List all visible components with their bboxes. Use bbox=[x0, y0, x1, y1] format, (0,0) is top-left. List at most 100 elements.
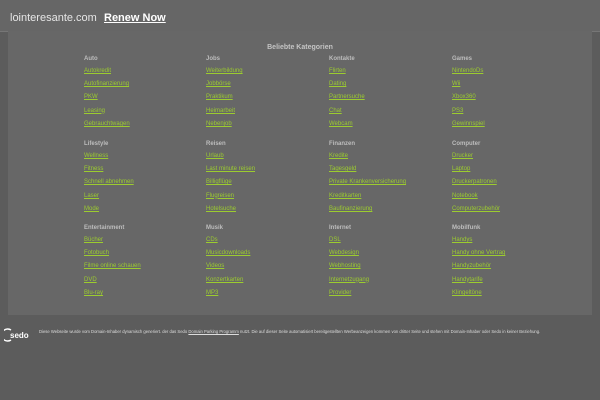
category-link[interactable]: Webdesign bbox=[329, 250, 359, 256]
category-entertainment: Entertainment Bücher Fotobuch Filme online … bbox=[84, 224, 202, 302]
category-link[interactable]: Gebrauchtwagen bbox=[84, 121, 130, 127]
category-link[interactable]: Dating bbox=[329, 81, 346, 87]
category-link[interactable]: Handy ohne Vertrag bbox=[452, 250, 505, 256]
category-link[interactable]: PS3 bbox=[452, 108, 463, 114]
domain-parking-link[interactable]: Domain Parking Programm bbox=[188, 329, 239, 334]
category-link[interactable]: Laptop bbox=[452, 166, 470, 172]
category-link[interactable]: Blu-ray bbox=[84, 290, 103, 296]
category-link[interactable]: Wellness bbox=[84, 153, 108, 159]
list-item: Kreditkarten bbox=[329, 192, 447, 205]
list-item: Gebrauchtwagen bbox=[84, 120, 202, 133]
category-link[interactable]: Laser bbox=[84, 193, 99, 199]
category-link[interactable]: Leasing bbox=[84, 108, 105, 114]
category-link[interactable]: Druckerpatronen bbox=[452, 179, 497, 185]
category-title: Auto bbox=[84, 56, 98, 62]
category-link[interactable]: Provider bbox=[329, 290, 351, 296]
category-link-list: Bücher Fotobuch Filme online schauen DVD Blu… bbox=[84, 236, 202, 302]
list-item: Webdesign bbox=[329, 249, 447, 262]
list-item: Partnersuche bbox=[329, 93, 447, 106]
category-link[interactable]: Chat bbox=[329, 108, 342, 114]
category-link[interactable]: Baufinanzierung bbox=[329, 206, 372, 212]
list-item: Blu-ray bbox=[84, 289, 202, 302]
category-link[interactable]: Autofinanzierung bbox=[84, 81, 129, 87]
category-link[interactable]: Webhosting bbox=[329, 263, 361, 269]
category-link[interactable]: Internetzugang bbox=[329, 277, 369, 283]
category-link[interactable]: Filme online schauen bbox=[84, 263, 141, 269]
renew-now-link[interactable]: Renew Now bbox=[104, 11, 166, 25]
category-link[interactable]: Fotobuch bbox=[84, 250, 109, 256]
list-item: Drucker bbox=[452, 152, 570, 165]
category-link[interactable]: Xbox360 bbox=[452, 94, 476, 100]
category-link[interactable]: Hotelsuche bbox=[206, 206, 236, 212]
list-item: Laptop bbox=[452, 165, 570, 178]
category-link[interactable]: Handys bbox=[452, 237, 472, 243]
list-item: Autofinanzierung bbox=[84, 80, 202, 93]
footer-disclaimer: Diese Webseite wurde vom Domain-Inhaber … bbox=[39, 329, 595, 335]
category-link[interactable]: Heimarbeit bbox=[206, 108, 235, 114]
category-link[interactable]: Wii bbox=[452, 81, 460, 87]
category-link[interactable]: Klingeltöne bbox=[452, 290, 482, 296]
category-title: Musik bbox=[206, 225, 224, 231]
category-link[interactable]: Videos bbox=[206, 263, 224, 269]
category-link[interactable]: Flirten bbox=[329, 68, 346, 74]
category-link[interactable]: Notebook bbox=[452, 193, 478, 199]
category-link[interactable]: Schnell abnehmen bbox=[84, 179, 134, 185]
sedo-logo[interactable]: sedo bbox=[4, 328, 36, 342]
category-link[interactable]: Konzertkarten bbox=[206, 277, 243, 283]
top-bar: lointeresante.com Renew Now bbox=[0, 0, 600, 32]
category-link[interactable]: Handytarife bbox=[452, 277, 483, 283]
category-link[interactable]: Handyzubehör bbox=[452, 263, 491, 269]
category-link[interactable]: NintendoDs bbox=[452, 68, 483, 74]
category-link[interactable]: Kreditkarten bbox=[329, 193, 361, 199]
category-link[interactable]: PKW bbox=[84, 94, 98, 100]
category-link[interactable]: Fitness bbox=[84, 166, 103, 172]
category-link[interactable]: Kredite bbox=[329, 153, 348, 159]
list-item: Xbox360 bbox=[452, 93, 570, 106]
list-item: Provider bbox=[329, 289, 447, 302]
category-link[interactable]: Gewinnspiel bbox=[452, 121, 485, 127]
category-link[interactable]: Weiterbildung bbox=[206, 68, 243, 74]
category-link-list: CDs Musicdownloads Videos Konzertkarten MP3 bbox=[206, 236, 324, 302]
list-item: Webhosting bbox=[329, 262, 447, 275]
list-item: Leasing bbox=[84, 107, 202, 120]
list-item: Notebook bbox=[452, 192, 570, 205]
category-link[interactable]: Last minute reisen bbox=[206, 166, 255, 172]
category-link[interactable]: Billigflüge bbox=[206, 179, 232, 185]
category-link[interactable]: Tagesgeld bbox=[329, 166, 356, 172]
category-link[interactable]: Praktikum bbox=[206, 94, 233, 100]
category-reisen: Reisen Urlaub Last minute reisen Billigflüg… bbox=[206, 140, 324, 218]
category-kontakte: Kontakte Flirten Dating Partnersuche Chat Web… bbox=[329, 55, 447, 133]
category-link[interactable]: Autokredit bbox=[84, 68, 111, 74]
footer-text-after: nutzt. Die auf dieser Seite automatisier… bbox=[240, 329, 541, 334]
category-link[interactable]: Bücher bbox=[84, 237, 103, 243]
category-link[interactable]: DSL bbox=[329, 237, 341, 243]
list-item: Druckerpatronen bbox=[452, 178, 570, 191]
category-title: Games bbox=[452, 56, 473, 62]
category-link[interactable]: Partnersuche bbox=[329, 94, 365, 100]
category-link[interactable]: DVD bbox=[84, 277, 97, 283]
category-link[interactable]: Musicdownloads bbox=[206, 250, 250, 256]
category-link-list: NintendoDs Wii Xbox360 PS3 Gewinnspiel bbox=[452, 67, 570, 133]
list-item: Heimarbeit bbox=[206, 107, 324, 120]
category-link[interactable]: Webcam bbox=[329, 121, 353, 127]
list-item: NintendoDs bbox=[452, 67, 570, 80]
category-link[interactable]: MP3 bbox=[206, 290, 218, 296]
sedo-logo-text: sedo bbox=[10, 331, 29, 340]
list-item: Handy ohne Vertrag bbox=[452, 249, 570, 262]
category-link-list: DSL Webdesign Webhosting Internetzugang Prov… bbox=[329, 236, 447, 302]
list-item: Filme online schauen bbox=[84, 262, 202, 275]
list-item: Wellness bbox=[84, 152, 202, 165]
category-link[interactable]: Mode bbox=[84, 206, 99, 212]
list-item: MP3 bbox=[206, 289, 324, 302]
category-link[interactable]: Nebenjob bbox=[206, 121, 232, 127]
category-link[interactable]: Computerzubehör bbox=[452, 206, 500, 212]
category-link[interactable]: Drucker bbox=[452, 153, 473, 159]
category-link[interactable]: Flugreisen bbox=[206, 193, 234, 199]
list-item: Handys bbox=[452, 236, 570, 249]
category-link[interactable]: CDs bbox=[206, 237, 218, 243]
list-item: Videos bbox=[206, 262, 324, 275]
category-link[interactable]: Private Krankenversicherung bbox=[329, 179, 406, 185]
category-link[interactable]: Urlaub bbox=[206, 153, 224, 159]
list-item: Flirten bbox=[329, 67, 447, 80]
category-link[interactable]: Jobbörse bbox=[206, 81, 231, 87]
